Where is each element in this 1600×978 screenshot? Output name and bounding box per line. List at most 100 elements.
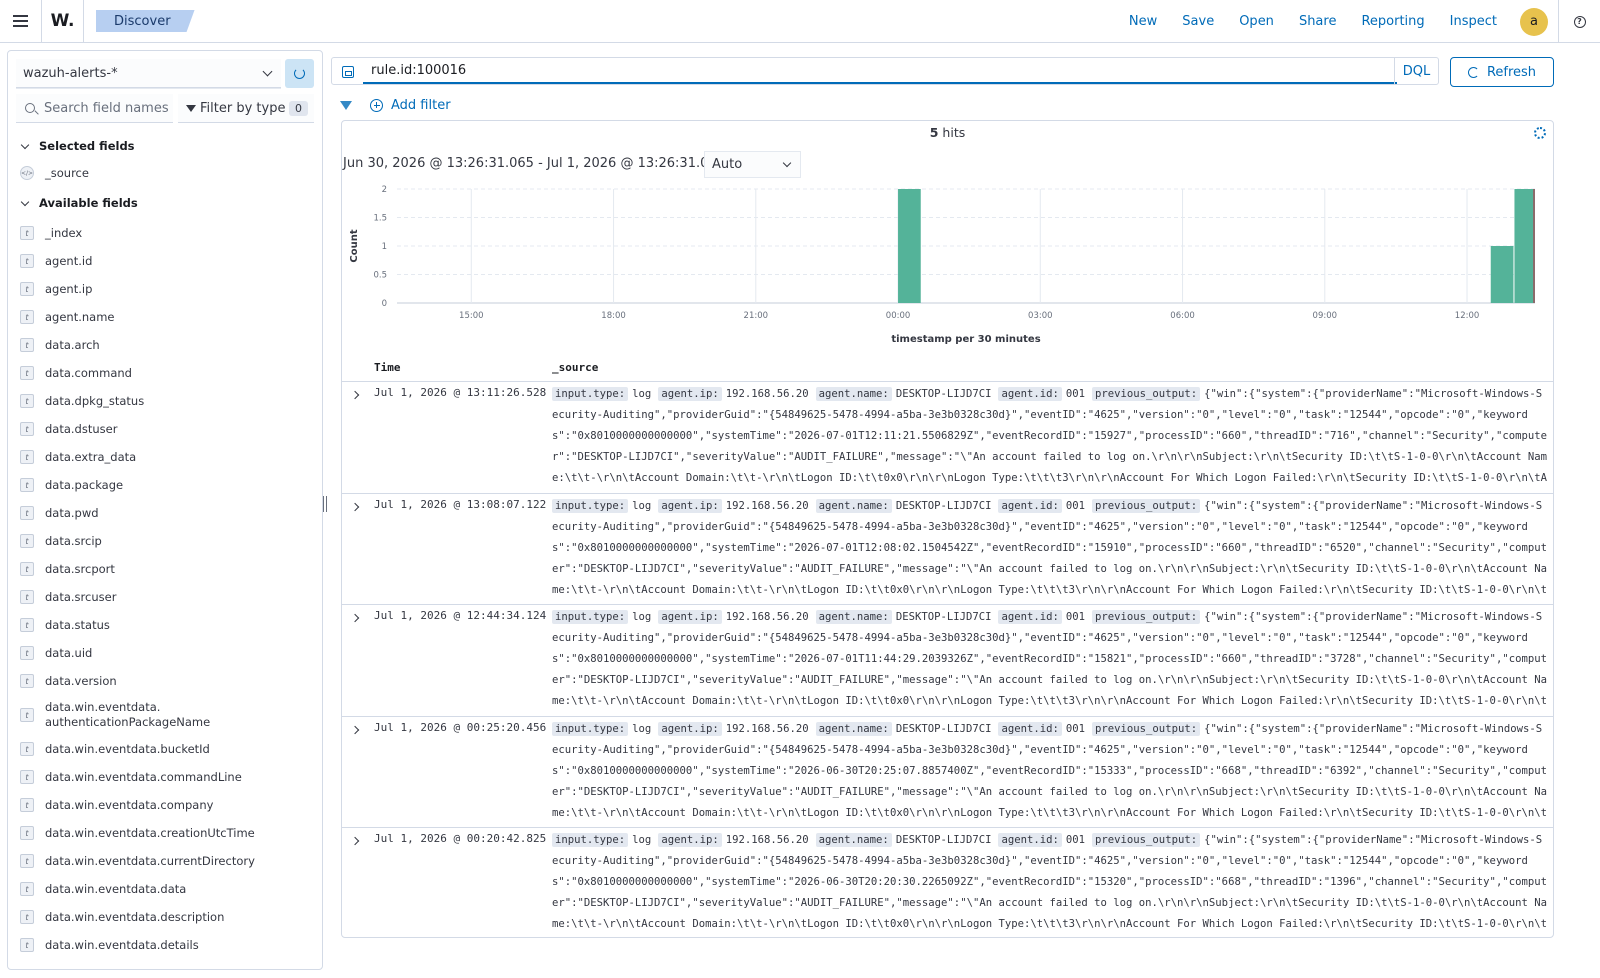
field-key[interactable]: previous_output:: [1092, 498, 1201, 513]
field-item[interactable]: t data.srcuser: [8, 583, 322, 611]
field-item[interactable]: t data.win.eventdata.details: [8, 931, 322, 959]
field-item[interactable]: t data.package: [8, 471, 322, 499]
field-key[interactable]: previous_output:: [1092, 833, 1201, 847]
field-item[interactable]: t data.extra_data: [8, 443, 322, 471]
field-item[interactable]: t data.win.eventdata.currentDirectory: [8, 847, 322, 875]
nav-open[interactable]: Open: [1239, 14, 1274, 29]
nav-save[interactable]: Save: [1182, 14, 1214, 29]
field-key[interactable]: agent.id:: [998, 498, 1062, 513]
field-key[interactable]: agent.ip:: [658, 721, 722, 736]
gear-icon[interactable]: [1534, 127, 1546, 139]
field-key[interactable]: previous_output:: [1092, 610, 1201, 624]
available-field-list: t _index t agent.id t agent.ip t agent.name t dat…: [8, 219, 322, 959]
selected-fields-toggle[interactable]: Selected fields: [20, 139, 135, 153]
field-item[interactable]: t data.win.eventdata. authenticationPacka…: [8, 695, 322, 735]
column-time[interactable]: Time: [374, 361, 401, 374]
field-item[interactable]: t data.version: [8, 667, 322, 695]
chevron-right-icon[interactable]: [350, 390, 360, 400]
field-item[interactable]: t data.win.eventdata.company: [8, 791, 322, 819]
interval-select[interactable]: Auto: [704, 151, 801, 178]
table-row: Jul 1, 2026 @ 12:44:34.124 input.type: log…: [342, 604, 1553, 716]
field-key[interactable]: agent.ip:: [658, 833, 722, 847]
field-key[interactable]: agent.ip:: [658, 610, 722, 624]
field-item[interactable]: t agent.ip: [8, 275, 322, 303]
refresh-button[interactable]: Refresh: [1450, 57, 1554, 87]
reload-index-button[interactable]: [285, 59, 314, 88]
string-type-icon: t: [20, 882, 34, 896]
app-logo[interactable]: W.: [42, 0, 84, 43]
field-key[interactable]: input.type:: [552, 833, 629, 847]
field-key[interactable]: agent.ip:: [658, 498, 722, 513]
field-name: agent.id: [45, 254, 93, 268]
field-item[interactable]: t agent.name: [8, 303, 322, 331]
field-item[interactable]: t data.pwd: [8, 499, 322, 527]
field-item[interactable]: t data.status: [8, 611, 322, 639]
field-item[interactable]: t data.dstuser: [8, 415, 322, 443]
field-source[interactable]: </> _source: [20, 166, 89, 180]
filter-by-type-button[interactable]: Filter by type 0: [178, 94, 314, 123]
avatar[interactable]: a: [1520, 7, 1548, 36]
x-tick-label: 03:00: [1028, 311, 1053, 321]
query-language-button[interactable]: DQL: [1394, 58, 1438, 84]
field-key[interactable]: input.type:: [552, 610, 629, 624]
saved-query-icon[interactable]: [342, 66, 354, 78]
field-key[interactable]: previous_output:: [1092, 387, 1201, 401]
field-key[interactable]: agent.name:: [815, 610, 892, 624]
chevron-right-icon[interactable]: [350, 502, 360, 511]
x-tick-label: 15:00: [459, 311, 484, 321]
field-item[interactable]: t data.win.eventdata.commandLine: [8, 763, 322, 791]
help-button[interactable]: ?: [1558, 0, 1600, 43]
available-fields-toggle[interactable]: Available fields: [20, 196, 138, 210]
index-pattern-select[interactable]: wazuh-alerts-*: [16, 59, 281, 88]
field-key[interactable]: input.type:: [552, 387, 629, 401]
nav-share[interactable]: Share: [1299, 14, 1337, 29]
row-time: Jul 1, 2026 @ 13:08:07.122: [374, 497, 547, 511]
field-item[interactable]: t data.command: [8, 359, 322, 387]
field-key[interactable]: agent.id:: [998, 721, 1062, 736]
column-source[interactable]: _source: [552, 361, 598, 374]
nav-reporting[interactable]: Reporting: [1361, 14, 1424, 29]
field-item[interactable]: t data.win.eventdata.bucketId: [8, 735, 322, 763]
search-icon: [25, 103, 35, 113]
field-key[interactable]: agent.ip:: [658, 387, 722, 401]
field-item[interactable]: t data.win.eventdata.creationUtcTime: [8, 819, 322, 847]
add-filter-button[interactable]: Add filter: [391, 98, 451, 113]
chevron-right-icon[interactable]: [350, 836, 360, 846]
hits-label: hits: [938, 125, 966, 140]
field-key[interactable]: agent.id:: [998, 833, 1062, 847]
field-key[interactable]: agent.id:: [998, 610, 1062, 624]
menu-icon[interactable]: [0, 0, 42, 43]
string-type-icon: t: [20, 562, 34, 576]
field-item[interactable]: t _index: [8, 219, 322, 247]
field-key[interactable]: input.type:: [552, 498, 629, 513]
breadcrumb-discover[interactable]: Discover: [96, 10, 195, 32]
y-tick-label: 0: [382, 299, 387, 309]
field-name: data.command: [45, 366, 132, 380]
field-item[interactable]: t data.win.eventdata.description: [8, 903, 322, 931]
field-key[interactable]: agent.name:: [815, 387, 892, 401]
filter-icon[interactable]: [340, 100, 352, 110]
search-field-names-input[interactable]: Search field names: [16, 94, 173, 123]
field-value: log: [632, 611, 652, 623]
field-item[interactable]: t data.srcport: [8, 555, 322, 583]
field-item[interactable]: t data.srcip: [8, 527, 322, 555]
field-item[interactable]: t agent.id: [8, 247, 322, 275]
field-item[interactable]: t data.win.eventdata.data: [8, 875, 322, 903]
plus-circle-icon[interactable]: [370, 98, 383, 112]
chevron-right-icon[interactable]: [350, 613, 360, 623]
field-key[interactable]: agent.name:: [815, 721, 892, 736]
field-key[interactable]: agent.name:: [815, 833, 892, 847]
field-key[interactable]: input.type:: [552, 721, 629, 736]
sidebar-resize-handle[interactable]: [323, 496, 327, 512]
field-key[interactable]: agent.name:: [815, 498, 892, 513]
field-item[interactable]: t data.dpkg_status: [8, 387, 322, 415]
chevron-right-icon[interactable]: [350, 725, 360, 734]
field-key[interactable]: previous_output:: [1092, 721, 1201, 736]
nav-inspect[interactable]: Inspect: [1450, 14, 1497, 29]
query-input[interactable]: rule.id:100016: [363, 58, 1397, 84]
field-key[interactable]: agent.id:: [998, 387, 1062, 401]
field-item[interactable]: t data.uid: [8, 639, 322, 667]
field-item[interactable]: t data.arch: [8, 331, 322, 359]
nav-new[interactable]: New: [1129, 14, 1157, 29]
string-type-icon: t: [20, 338, 34, 352]
